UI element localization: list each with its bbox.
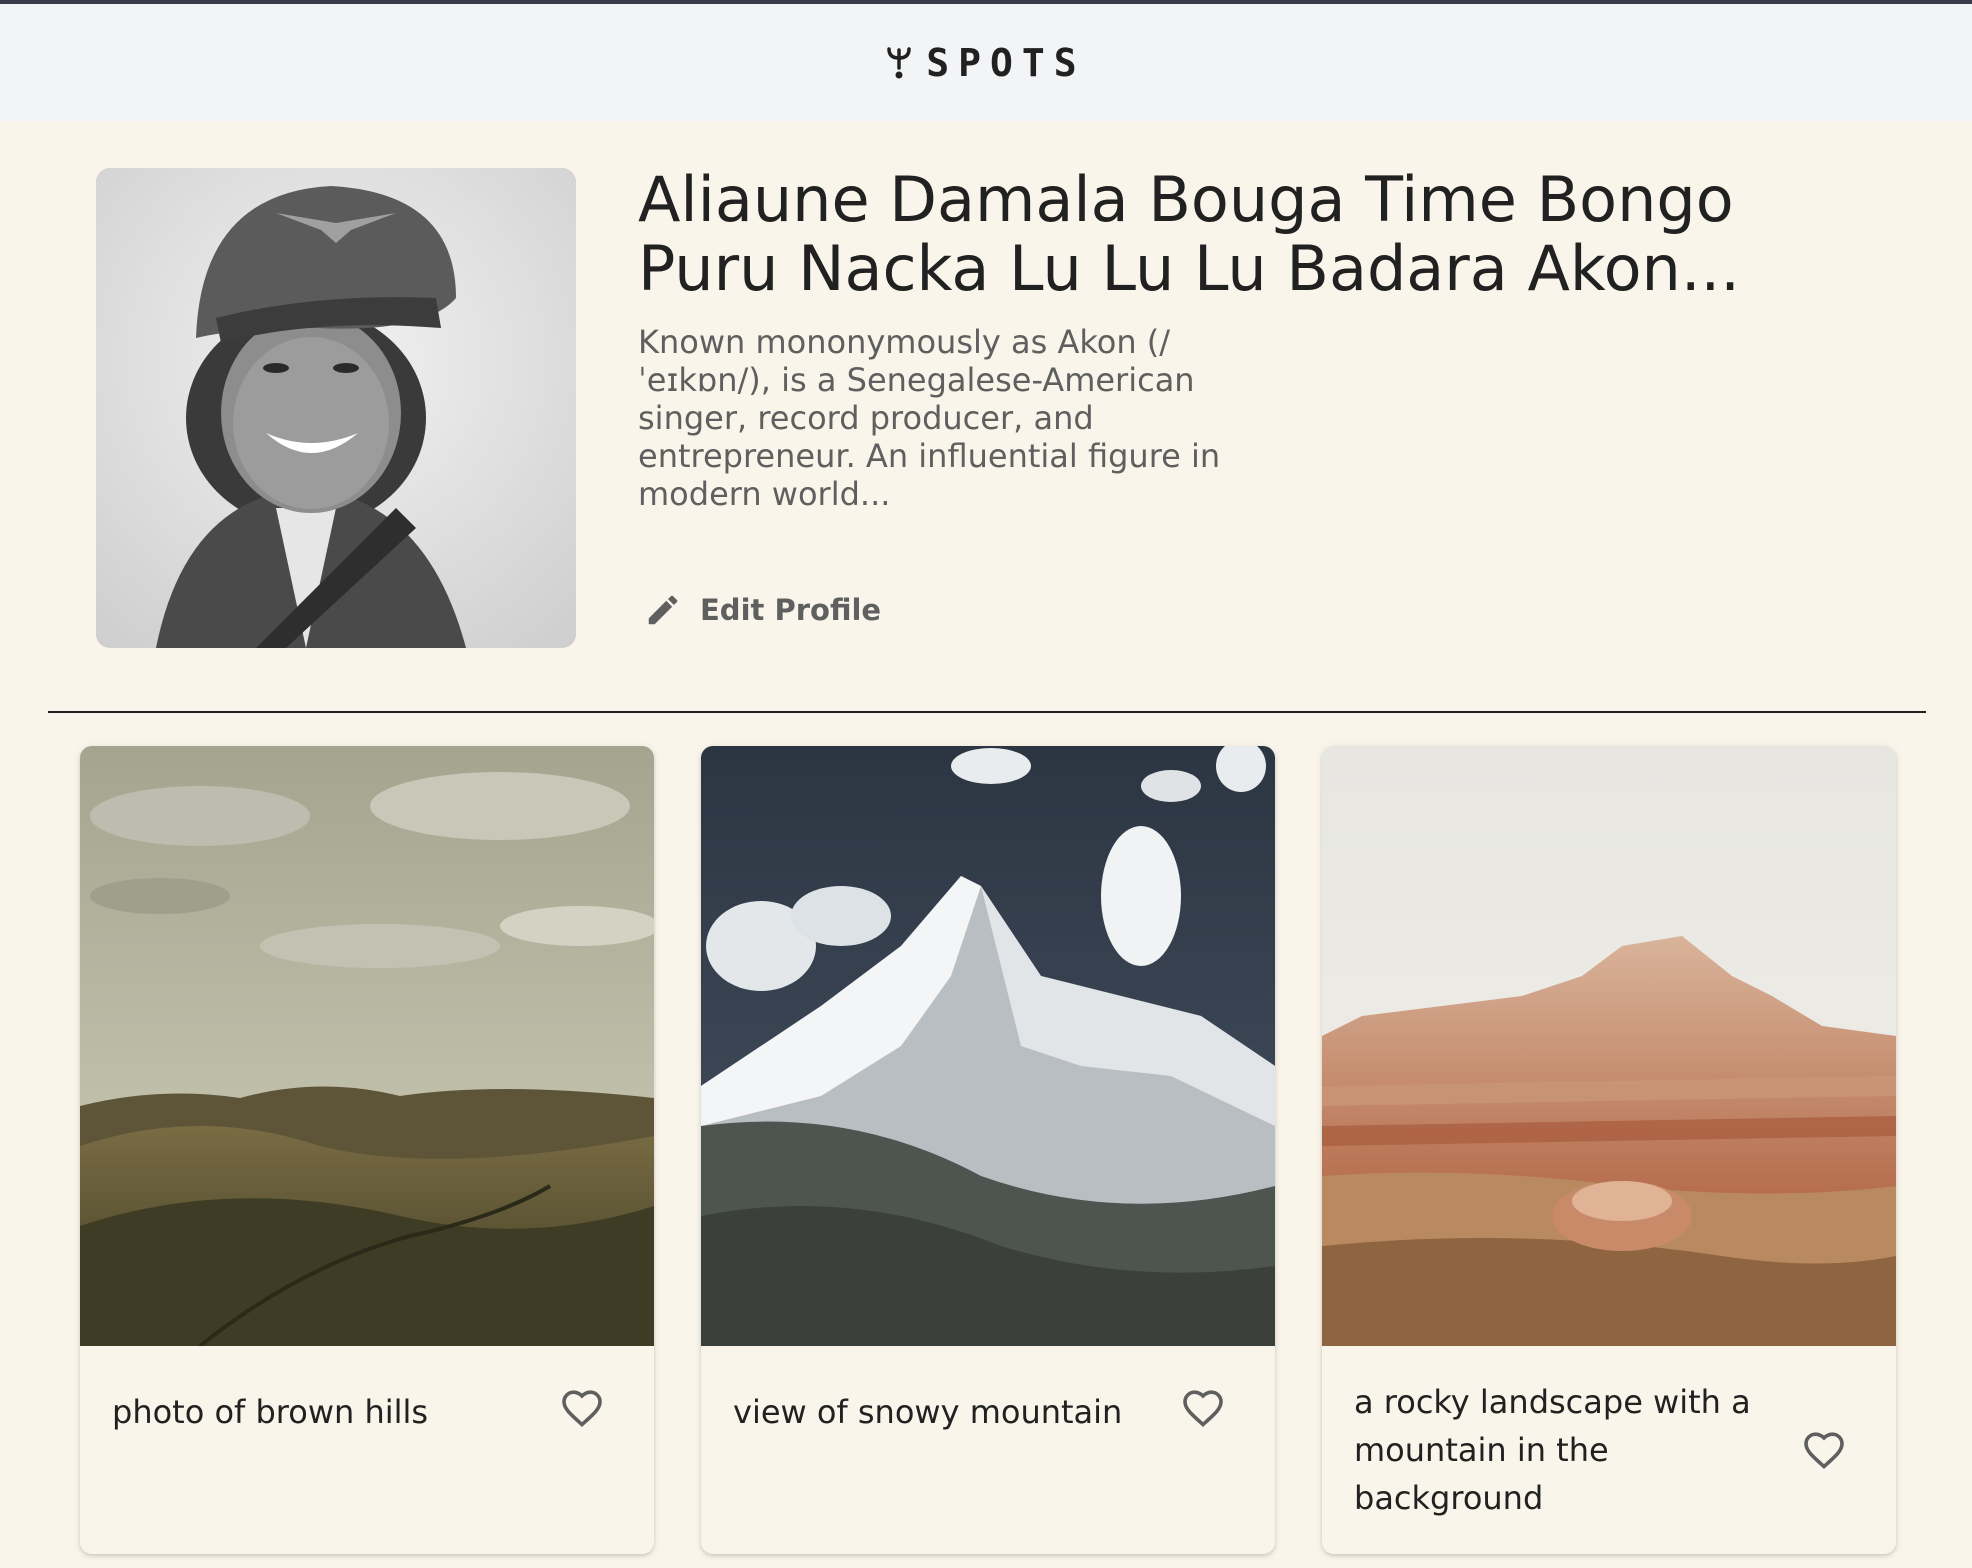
profile-bio: Known mononymously as Akon (/ˈeɪkɒn/), i… xyxy=(638,323,1221,513)
edit-profile-button[interactable]: Edit Profile xyxy=(644,591,881,629)
edit-profile-label: Edit Profile xyxy=(700,593,882,627)
heart-outline-icon xyxy=(1183,1390,1223,1428)
pencil-icon xyxy=(648,595,678,625)
card-image[interactable] xyxy=(701,746,1275,1346)
card-title: photo of brown hills xyxy=(112,1393,429,1431)
card-footer: view of snowy mountain xyxy=(701,1346,1275,1554)
card: view of snowy mountain xyxy=(701,746,1275,1554)
profile-avatar xyxy=(96,168,576,648)
section-divider xyxy=(48,711,1926,713)
app-logo[interactable]: SPOTS xyxy=(886,41,1085,85)
profile-name: Aliaune Damala Bouga Time Bongo Puru Nac… xyxy=(638,165,1740,303)
heart-outline-icon xyxy=(562,1390,602,1428)
app-header: SPOTS xyxy=(0,4,1972,121)
profile-section: Aliaune Damala Bouga Time Bongo Puru Nac… xyxy=(0,121,1972,713)
app-logo-text: SPOTS xyxy=(926,40,1086,85)
like-button[interactable] xyxy=(1179,1384,1227,1432)
sprout-arrow-icon xyxy=(887,46,912,78)
card-title: a rocky landscape with a mountain in the… xyxy=(1354,1383,1751,1517)
card: photo of brown hills xyxy=(80,746,654,1554)
card-title: view of snowy mountain xyxy=(733,1393,1123,1431)
card: a rocky landscape with a mountain in the… xyxy=(1322,746,1896,1554)
like-button[interactable] xyxy=(558,1384,606,1432)
card-image[interactable] xyxy=(80,746,654,1346)
like-button[interactable] xyxy=(1800,1426,1848,1474)
card-footer: photo of brown hills xyxy=(80,1346,654,1554)
heart-outline-icon xyxy=(1804,1432,1844,1470)
card-footer: a rocky landscape with a mountain in the… xyxy=(1322,1346,1896,1554)
card-image[interactable] xyxy=(1322,746,1896,1346)
